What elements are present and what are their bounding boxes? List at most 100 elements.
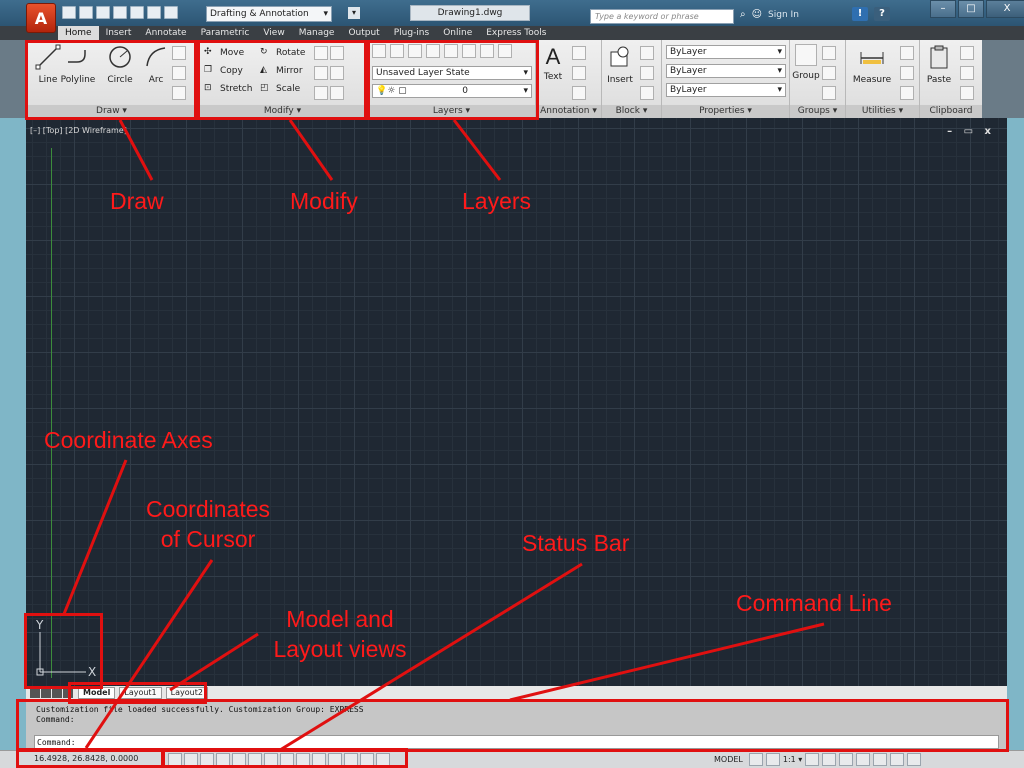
annotation-visibility-icon[interactable] [805,753,820,766]
workspace-select[interactable]: Drafting & Annotation ▾ [206,6,332,22]
binoculars-icon[interactable]: ⌕ [740,9,746,20]
tab-online[interactable]: Online [436,26,479,40]
layer-match-icon[interactable] [480,44,494,58]
scale-button[interactable]: ◰ Scale [260,81,300,97]
user-icon[interactable]: ☺ [752,9,762,20]
hatch-icon[interactable] [172,86,186,100]
copy-clip-icon[interactable] [960,66,974,80]
group-tool[interactable]: Group [792,44,820,96]
selection-cycling-icon[interactable] [376,753,390,766]
transparency-icon[interactable] [344,753,358,766]
command-input[interactable]: Command: [34,735,999,749]
ellipse-icon[interactable] [172,66,186,80]
array-icon[interactable] [314,86,328,100]
group-edit-icon[interactable] [822,66,836,80]
undo-icon[interactable] [147,6,161,19]
search-input[interactable]: Type a keyword or phrase [590,9,734,24]
color-select[interactable]: ByLayer ▾ [666,45,786,59]
modify-panel-label[interactable]: Modify ▾ [198,105,367,118]
offset-icon[interactable] [330,86,344,100]
viewport-controls-label[interactable]: [–] [Top] [2D Wireframe] [30,126,127,135]
current-layer-select[interactable]: 💡☼ ▢ 0 ▾ [372,84,532,98]
3d-object-snap-icon[interactable] [264,753,278,766]
ungroup-icon[interactable] [822,46,836,60]
lock-icon[interactable] [856,753,871,766]
calculator-icon[interactable] [900,86,914,100]
grid-display-icon[interactable] [200,753,214,766]
quick-view-drawings-icon[interactable] [765,753,780,766]
move-button[interactable]: ✣ Move [204,45,244,61]
open-icon[interactable] [79,6,93,19]
tab-plug-ins[interactable]: Plug-ins [387,26,437,40]
layer-state-icon[interactable] [390,44,404,58]
exchange-icon[interactable]: ! [852,7,868,21]
fillet-icon[interactable] [314,66,328,80]
text-tool[interactable]: A Text [538,44,568,96]
clean-screen-icon[interactable] [907,753,922,766]
new-icon[interactable] [62,6,76,19]
cursor-coordinates[interactable]: 16.4928, 26.8428, 0.0000 [34,754,138,763]
clipboard-panel-label[interactable]: Clipboard [920,105,982,118]
layer-state-select[interactable]: Unsaved Layer State ▾ [372,66,532,80]
properties-panel-label[interactable]: Properties ▾ [662,105,789,118]
help-icon[interactable]: ? [874,7,890,21]
restore-button[interactable]: □ [958,0,984,18]
circle-tool[interactable]: Circle [100,44,140,96]
stretch-button[interactable]: ⊡ Stretch [204,81,252,97]
lineweight-select[interactable]: ByLayer ▾ [666,83,786,97]
lineweight-icon[interactable] [328,753,342,766]
layer-previous-icon[interactable] [498,44,512,58]
ortho-mode-icon[interactable] [216,753,230,766]
utilities-panel-label[interactable]: Utilities ▾ [846,105,919,118]
leader-icon[interactable] [572,66,586,80]
print-icon[interactable] [130,6,144,19]
layout-nav-arrows[interactable] [30,688,73,698]
paste-tool[interactable]: Paste [922,44,956,96]
trim-icon[interactable] [314,46,328,60]
tab-annotate[interactable]: Annotate [138,26,193,40]
draw-panel-label[interactable]: Draw ▾ [26,105,197,118]
layers-panel-label[interactable]: Layers ▾ [368,105,535,118]
save-as-icon[interactable] [113,6,127,19]
polyline-tool[interactable]: Polyline [58,44,98,96]
tab-layout1[interactable]: Layout1 [119,687,162,699]
groups-panel-label[interactable]: Groups ▾ [790,105,845,118]
application-menu-button[interactable]: A [26,3,56,33]
redo-icon[interactable] [164,6,178,19]
tab-view[interactable]: View [256,26,291,40]
quick-view-layouts-icon[interactable] [748,753,763,766]
explode-icon[interactable] [330,66,344,80]
insert-tool[interactable]: Insert [602,44,638,96]
rotate-button[interactable]: ↻ Rotate [260,45,305,61]
tab-express-tools[interactable]: Express Tools [479,26,553,40]
quick-select-icon[interactable] [900,46,914,60]
dimension-icon[interactable] [572,46,586,60]
save-icon[interactable] [96,6,110,19]
workspace-switching-icon[interactable] [839,753,854,766]
layer-lock-icon[interactable] [462,44,476,58]
group-select-icon[interactable] [822,86,836,100]
create-block-icon[interactable] [640,46,654,60]
tab-layout2[interactable]: Layout2 [165,687,208,699]
copy-button[interactable]: ❐ Copy [204,63,243,79]
layer-isolate-icon[interactable] [408,44,422,58]
sign-in-link[interactable]: Sign In [768,10,799,20]
tab-output[interactable]: Output [341,26,386,40]
mirror-button[interactable]: ◭ Mirror [260,63,303,79]
isolate-objects-icon[interactable] [890,753,905,766]
tab-home[interactable]: Home [58,26,99,40]
viewport-window-controls[interactable]: – ▭ x [947,126,995,137]
match-properties-icon[interactable] [960,86,974,100]
erase-icon[interactable] [330,46,344,60]
rectangle-icon[interactable] [172,46,186,60]
dynamic-ucs-icon[interactable] [296,753,310,766]
polar-tracking-icon[interactable] [232,753,246,766]
dynamic-input-icon[interactable] [312,753,326,766]
object-snap-icon[interactable] [248,753,262,766]
select-all-icon[interactable] [900,66,914,80]
annotation-panel-label[interactable]: Annotation ▾ [536,105,601,118]
hardware-acceleration-icon[interactable] [873,753,888,766]
block-panel-label[interactable]: Block ▾ [602,105,661,118]
linetype-select[interactable]: ByLayer ▾ [666,64,786,78]
qat-customize-button[interactable]: ▾ [348,7,360,19]
